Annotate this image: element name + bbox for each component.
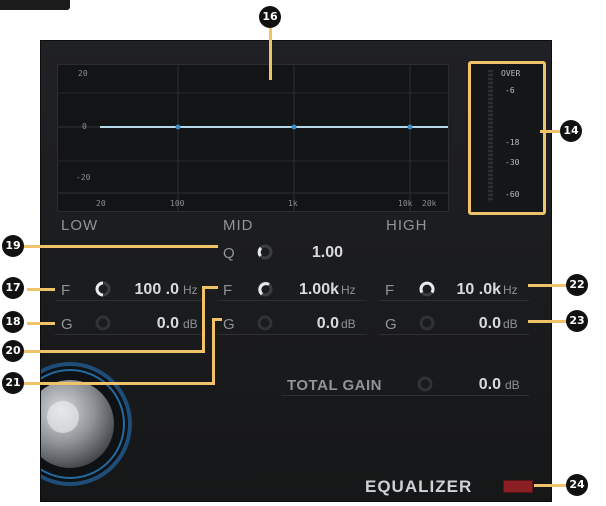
divider (379, 300, 529, 301)
level-meter: OVER -6 -18 -30 -60 (468, 61, 546, 215)
high-gain-unit: dB (503, 317, 518, 331)
meter-scale-label: -60 (505, 190, 520, 199)
low-band-node[interactable] (175, 124, 181, 130)
mid-freq-letter: F (223, 282, 233, 299)
total-gain-row: TOTAL GAIN 0.0 dB (281, 374, 529, 396)
divider (379, 334, 529, 335)
y-tick-label: 0 (82, 122, 87, 131)
mid-freq-value[interactable]: 1.00k (279, 281, 339, 299)
high-gain-value[interactable]: 0.0 (439, 315, 501, 333)
meter-scale-label: -30 (505, 158, 520, 167)
callout-17: 17 (2, 277, 24, 299)
callout-line (534, 484, 568, 487)
y-tick-label: -20 (76, 173, 91, 182)
low-gain-unit: dB (183, 317, 198, 331)
mid-band-title: MID (223, 217, 254, 234)
high-band-title: HIGH (386, 217, 428, 234)
meter-scale-label: -18 (505, 138, 520, 147)
low-gain-letter: G (61, 316, 73, 333)
high-band-node[interactable] (407, 124, 413, 130)
total-gain-unit: dB (505, 378, 520, 392)
high-gain-row: G 0.0 dB (379, 313, 529, 335)
high-gain-letter: G (385, 316, 397, 333)
callout-14: 14 (560, 120, 582, 142)
x-tick-label: 10k (398, 199, 413, 208)
callout-line (202, 286, 205, 352)
y-tick-label: 20 (78, 69, 88, 78)
callout-line (202, 286, 218, 289)
mid-gain-value[interactable]: 0.0 (279, 315, 339, 333)
low-freq-row: F 100 .0 Hz (55, 279, 205, 301)
mid-gain-unit: dB (341, 317, 356, 331)
high-gain-knob[interactable] (419, 315, 435, 331)
mid-gain-knob[interactable] (257, 315, 273, 331)
high-freq-letter: F (385, 282, 395, 299)
callout-22: 22 (566, 274, 588, 296)
total-gain-value[interactable]: 0.0 (439, 376, 501, 394)
divider (217, 334, 367, 335)
callout-24: 24 (566, 474, 588, 496)
mid-freq-knob[interactable] (257, 281, 273, 297)
equalizer-label: EQUALIZER (365, 477, 473, 496)
meter-bar (488, 70, 493, 202)
header-fragment (0, 0, 70, 10)
callout-line (22, 245, 218, 248)
mid-q-knob[interactable] (257, 244, 273, 260)
callout-line (540, 130, 562, 133)
total-gain-label: TOTAL GAIN (287, 377, 382, 394)
main-rotary-knob[interactable] (41, 359, 135, 489)
equalizer-on-switch[interactable] (503, 480, 533, 493)
low-freq-unit: Hz (183, 283, 198, 297)
callout-line (528, 284, 568, 287)
high-freq-knob[interactable] (419, 281, 435, 297)
callout-23: 23 (566, 310, 588, 332)
divider (281, 395, 529, 396)
eq-response-graph[interactable]: 20 0 -20 20 100 1k 10k 20k (57, 64, 449, 212)
x-tick-label: 1k (288, 199, 298, 208)
mid-freq-unit: Hz (341, 283, 356, 297)
callout-line (27, 322, 55, 325)
mid-q-value[interactable]: 1.00 (293, 244, 343, 262)
callout-18: 18 (2, 311, 24, 333)
mid-freq-row: F 1.00k Hz (217, 279, 367, 301)
total-gain-knob[interactable] (417, 376, 433, 392)
high-freq-unit: Hz (503, 283, 518, 297)
low-gain-row: G 0.0 dB (55, 313, 205, 335)
callout-line (212, 318, 222, 321)
callout-line (24, 350, 205, 353)
callout-line (212, 318, 215, 384)
meter-scale-label: OVER (501, 69, 521, 78)
callout-line (27, 288, 55, 291)
divider (55, 300, 205, 301)
mid-q-letter: Q (223, 245, 235, 262)
callout-19: 19 (2, 235, 24, 257)
callout-line (24, 382, 215, 385)
mid-q-row: Q 1.00 (217, 242, 367, 264)
high-freq-row: F 10 .0k Hz (379, 279, 529, 301)
callout-16: 16 (259, 6, 281, 28)
x-tick-label: 20 (96, 199, 106, 208)
x-tick-label: 20k (422, 199, 437, 208)
callout-line (528, 320, 568, 323)
low-gain-knob[interactable] (95, 315, 111, 331)
equalizer-panel: 20 0 -20 20 100 1k 10k 20k OVER -6 -18 -… (40, 40, 552, 502)
low-band-title: LOW (61, 217, 99, 234)
high-freq-value[interactable]: 10 .0k (439, 281, 501, 299)
meter-scale-label: -6 (505, 86, 515, 95)
callout-21: 21 (2, 372, 24, 394)
mid-band-node[interactable] (291, 124, 297, 130)
eq-graph-grid (58, 65, 448, 211)
mid-gain-letter: G (223, 316, 235, 333)
mid-gain-row: G 0.0 dB (217, 313, 367, 335)
callout-line (269, 28, 272, 80)
divider (217, 300, 367, 301)
low-freq-knob[interactable] (95, 281, 111, 297)
low-gain-value[interactable]: 0.0 (117, 315, 179, 333)
callout-20: 20 (2, 340, 24, 362)
x-tick-label: 100 (170, 199, 185, 208)
low-freq-letter: F (61, 282, 71, 299)
low-freq-value[interactable]: 100 .0 (117, 281, 179, 299)
divider (55, 334, 205, 335)
